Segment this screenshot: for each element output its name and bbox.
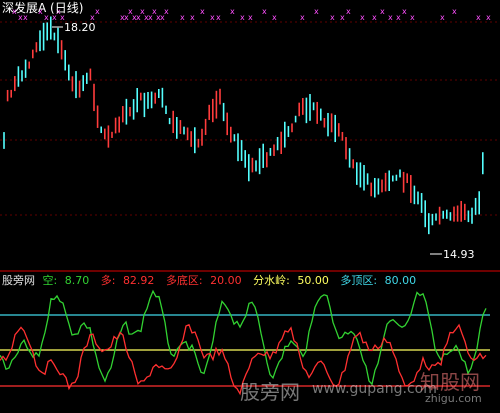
empty-line [0,289,487,386]
low-label: 14.93 [443,248,475,261]
low-annotation: 14.93 [430,248,475,261]
marker-x: x [346,7,351,16]
marker-x: x [440,13,445,22]
chart-canvas: xx xxx xxx xxx xxx xxx xxx xxx xxx xxx xxx xxx xxx xx… [0,7,500,396]
marker-x: x [402,7,407,16]
marker-x: x [272,13,277,22]
marker-x: x [248,13,253,22]
marker-x: x [216,13,221,22]
chart-title: 深发展A (日线) [2,1,84,15]
marker-x: x [95,7,100,16]
high-label: 18.20 [64,21,96,34]
marker-x: x [210,13,215,22]
indicator-legend: 股旁网 空: 8.70 多: 82.92 多底区: 20.00 分水岭: 50.… [2,274,424,287]
legend-bottom-zone: 多底区: 20.00 [165,274,242,287]
marker-x: x [330,13,335,22]
marker-x: x [476,13,481,22]
watermark-brand-url: zhigu.com [425,392,482,405]
marker-x: x [340,13,345,22]
indicator-name: 股旁网 [2,274,35,287]
legend-empty: 空: 8.70 [42,274,90,287]
legend-top-zone: 多顶区: 80.00 [340,274,417,287]
legend-watershed: 分水岭: 50.00 [253,274,329,287]
marker-x: x [486,13,491,22]
marker-x: x [190,13,195,22]
marker-x: x [380,7,385,16]
signal-markers: xx xxx xxx xxx xxx xxx xxx xxx xxx xxx xxx xxx xxx xx… [12,7,491,22]
marker-x: x [410,13,415,22]
watermark-brand: 知股网 [420,370,480,394]
marker-x: x [300,13,305,22]
marker-x: x [240,13,245,22]
marker-x: x [396,13,401,22]
marker-x: x [230,7,235,16]
marker-x: x [200,7,205,16]
marker-x: x [314,7,319,16]
marker-x: x [388,13,393,22]
marker-x: x [164,7,169,16]
marker-x: x [262,7,267,16]
marker-x: x [372,13,377,22]
marker-x: x [180,13,185,22]
marker-x: x [360,13,365,22]
marker-x: x [452,7,457,16]
watermark-text: 股旁网 [240,380,300,404]
watermark-url: www.gupang.com [312,381,437,397]
legend-long: 多: 82.92 [100,274,155,287]
candlesticks [3,16,484,235]
